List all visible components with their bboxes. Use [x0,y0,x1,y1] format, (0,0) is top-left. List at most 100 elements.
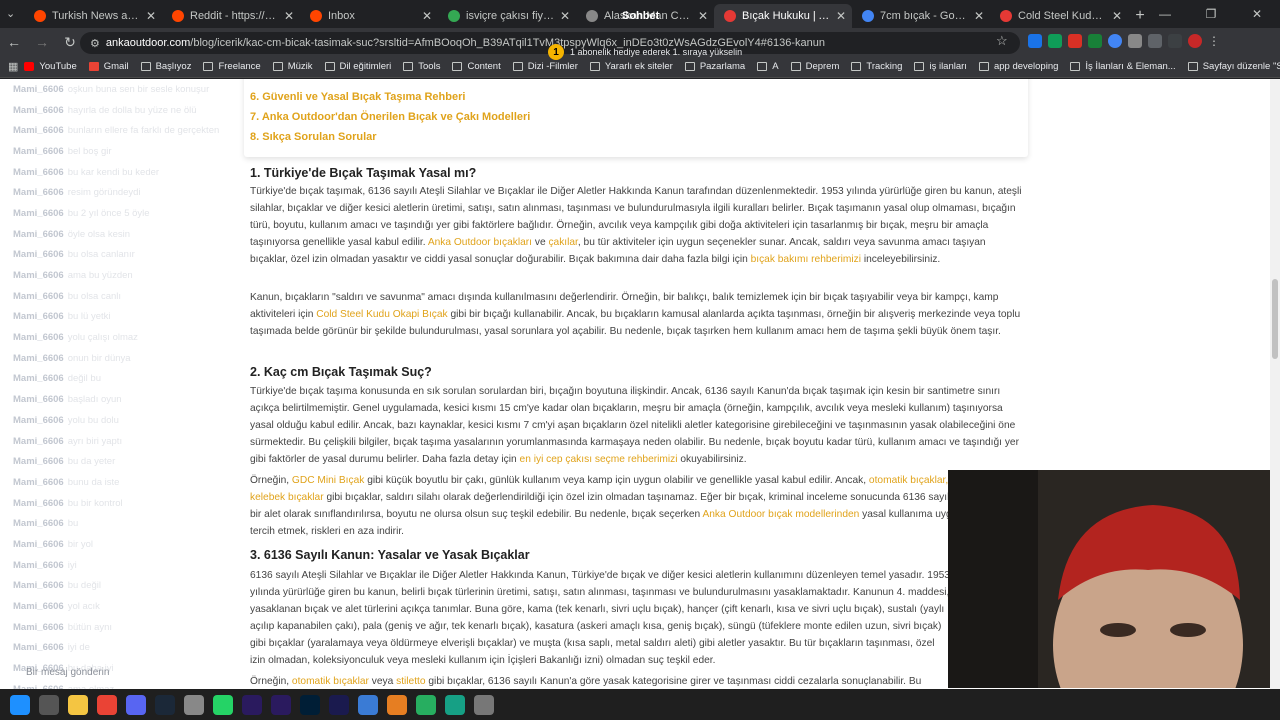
discord-icon[interactable] [126,694,146,715]
forward-icon[interactable]: → [28,28,56,56]
bookmark-item[interactable]: app developing [973,56,1064,77]
tab-close-icon[interactable]: ✕ [560,9,570,23]
chat-send-placeholder[interactable]: Bir mesaj gönderin [26,667,109,678]
bookmark-item[interactable]: Dil eğitimleri [319,56,398,77]
chrome-icon[interactable] [97,694,117,715]
after-effects-icon[interactable] [242,694,262,715]
chat-username[interactable]: Mami_6606 [13,125,64,136]
gift-notification[interactable]: 1 1 abonelik hediye ederek 1. sıraya yük… [548,44,742,60]
chat-username[interactable]: Mami_6606 [13,456,64,467]
extension-icon[interactable] [1128,34,1142,48]
chat-username[interactable]: Mami_6606 [13,353,64,364]
app-blue-icon[interactable] [358,694,378,715]
task-view-icon[interactable] [39,694,59,715]
bookmark-item[interactable]: Freelance [197,56,266,77]
toc-link[interactable]: 8. Sıkça Sorulan Sorular [250,131,377,143]
puzzle-icon[interactable] [1148,34,1162,48]
toc-link[interactable]: 6. Güvenli ve Yasal Bıçak Taşıma Rehberi [250,91,465,103]
extension-icon[interactable] [1028,34,1042,48]
bookmark-item[interactable]: Content [446,56,506,77]
chat-username[interactable]: Mami_6606 [13,167,64,178]
maximize-icon[interactable]: ❐ [1188,0,1234,28]
apps-grid-icon[interactable]: ▦ [8,56,18,77]
menu-kebab-icon[interactable]: ⋮ [1208,34,1220,48]
chat-username[interactable]: Mami_6606 [13,208,64,219]
gdc-mini-link[interactable]: GDC Mini Bıçak [292,475,364,486]
avatar[interactable] [1188,34,1202,48]
bookmark-item[interactable]: Deprem [785,56,846,77]
tab-close-icon[interactable]: ✕ [698,9,708,23]
tab-close-icon[interactable]: ✕ [422,9,432,23]
steam-icon[interactable] [155,694,175,715]
pocket-knife-guide-link[interactable]: en iyi cep çakısı seçme rehberimizi [520,454,678,465]
chat-username[interactable]: Mami_6606 [13,291,64,302]
chat-username[interactable]: Mami_6606 [13,580,64,591]
bookmark-item[interactable]: iş ilanları [908,56,973,77]
stiletto-link[interactable]: stiletto [396,676,425,687]
whatsapp-icon[interactable] [213,694,233,715]
toc-link[interactable]: 7. Anka Outdoor'dan Önerilen Bıçak ve Ça… [250,111,530,123]
chat-username[interactable]: Mami_6606 [13,146,64,157]
tab[interactable]: isviçre çakısı fiyat - Goog ✕ [438,4,576,28]
chat-username[interactable]: Mami_6606 [13,270,64,281]
knife-care-link[interactable]: bıçak bakımı rehberimizi [751,254,861,265]
chat-username[interactable]: Mami_6606 [13,229,64,240]
settings-icon[interactable] [474,694,494,715]
bookmark-item[interactable]: YouTube [18,56,82,77]
cold-steel-link[interactable]: Cold Steel Kudu Okapi Bıçak [316,309,447,320]
extension-icon[interactable] [1088,34,1102,48]
tab-close-icon[interactable]: ✕ [1112,9,1122,23]
chat-username[interactable]: Mami_6606 [13,518,64,529]
scrollbar-thumb[interactable] [1272,279,1278,359]
app-teal-icon[interactable] [445,694,465,715]
chat-username[interactable]: Mami_6606 [13,415,64,426]
bookmark-item[interactable]: Tools [397,56,446,77]
bookmark-item[interactable]: A [751,56,784,77]
extension-icon[interactable] [1108,34,1122,48]
file-explorer-icon[interactable] [68,694,88,715]
tab[interactable]: Turkish News and Discuss ✕ [24,4,162,28]
close-window-icon[interactable]: ✕ [1234,0,1280,28]
chat-username[interactable]: Mami_6606 [13,539,64,550]
bookmark-item[interactable]: Sayfayı düzenle "Sh... [1182,56,1280,77]
chat-username[interactable]: Mami_6606 [13,622,64,633]
tab-close-icon[interactable]: ✕ [836,9,846,23]
chat-username[interactable]: Mami_6606 [13,560,64,571]
bookmark-item[interactable]: Gmail [83,56,135,77]
site-info-icon[interactable]: ⚙ [90,37,100,50]
chat-username[interactable]: Mami_6606 [13,436,64,447]
tab[interactable]: Inbox ✕ [300,4,438,28]
tab[interactable]: 7cm bıçak - Google'da Ar ✕ [852,4,990,28]
photoshop-icon[interactable] [300,694,320,715]
chat-username[interactable]: Mami_6606 [13,187,64,198]
extension-icon[interactable] [1048,34,1062,48]
chat-username[interactable]: Mami_6606 [13,394,64,405]
minimize-icon[interactable]: — [1142,0,1188,28]
tab-close-icon[interactable]: ✕ [284,9,294,23]
chat-username[interactable]: Mami_6606 [13,373,64,384]
chat-username[interactable]: Mami_6606 [13,249,64,260]
bookmark-item[interactable]: Başlıyoz [135,56,198,77]
page-scrollbar[interactable] [1270,79,1280,689]
sync-icon[interactable] [184,694,204,715]
chat-username[interactable]: Mami_6606 [13,84,64,95]
chat-username[interactable]: Mami_6606 [13,601,64,612]
anka-knives-link[interactable]: Anka Outdoor bıçakları [428,237,532,248]
chat-username[interactable]: Mami_6606 [13,105,64,116]
reading-list-icon[interactable] [1168,34,1182,48]
bookmark-star-icon[interactable]: ☆ [996,33,1008,49]
tab[interactable]: Cold Steel Kudu Okapi B ✕ [990,4,1128,28]
bookmark-item[interactable]: Tracking [845,56,908,77]
folding-knives-link[interactable]: çakılar [548,237,577,248]
chat-username[interactable]: Mami_6606 [13,332,64,343]
windows-start-icon[interactable] [10,694,30,715]
media-encoder-icon[interactable] [329,694,349,715]
app-green-icon[interactable] [416,694,436,715]
bookmark-item[interactable]: İş İlanları & Eleman... [1064,56,1181,77]
bookmark-item[interactable]: Müzik [267,56,319,77]
chat-username[interactable]: Mami_6606 [13,311,64,322]
automatic-knives-link[interactable]: otomatik bıçaklar [292,676,369,687]
tab-close-icon[interactable]: ✕ [146,9,156,23]
back-icon[interactable]: ← [0,28,28,56]
tab-close-icon[interactable]: ✕ [974,9,984,23]
